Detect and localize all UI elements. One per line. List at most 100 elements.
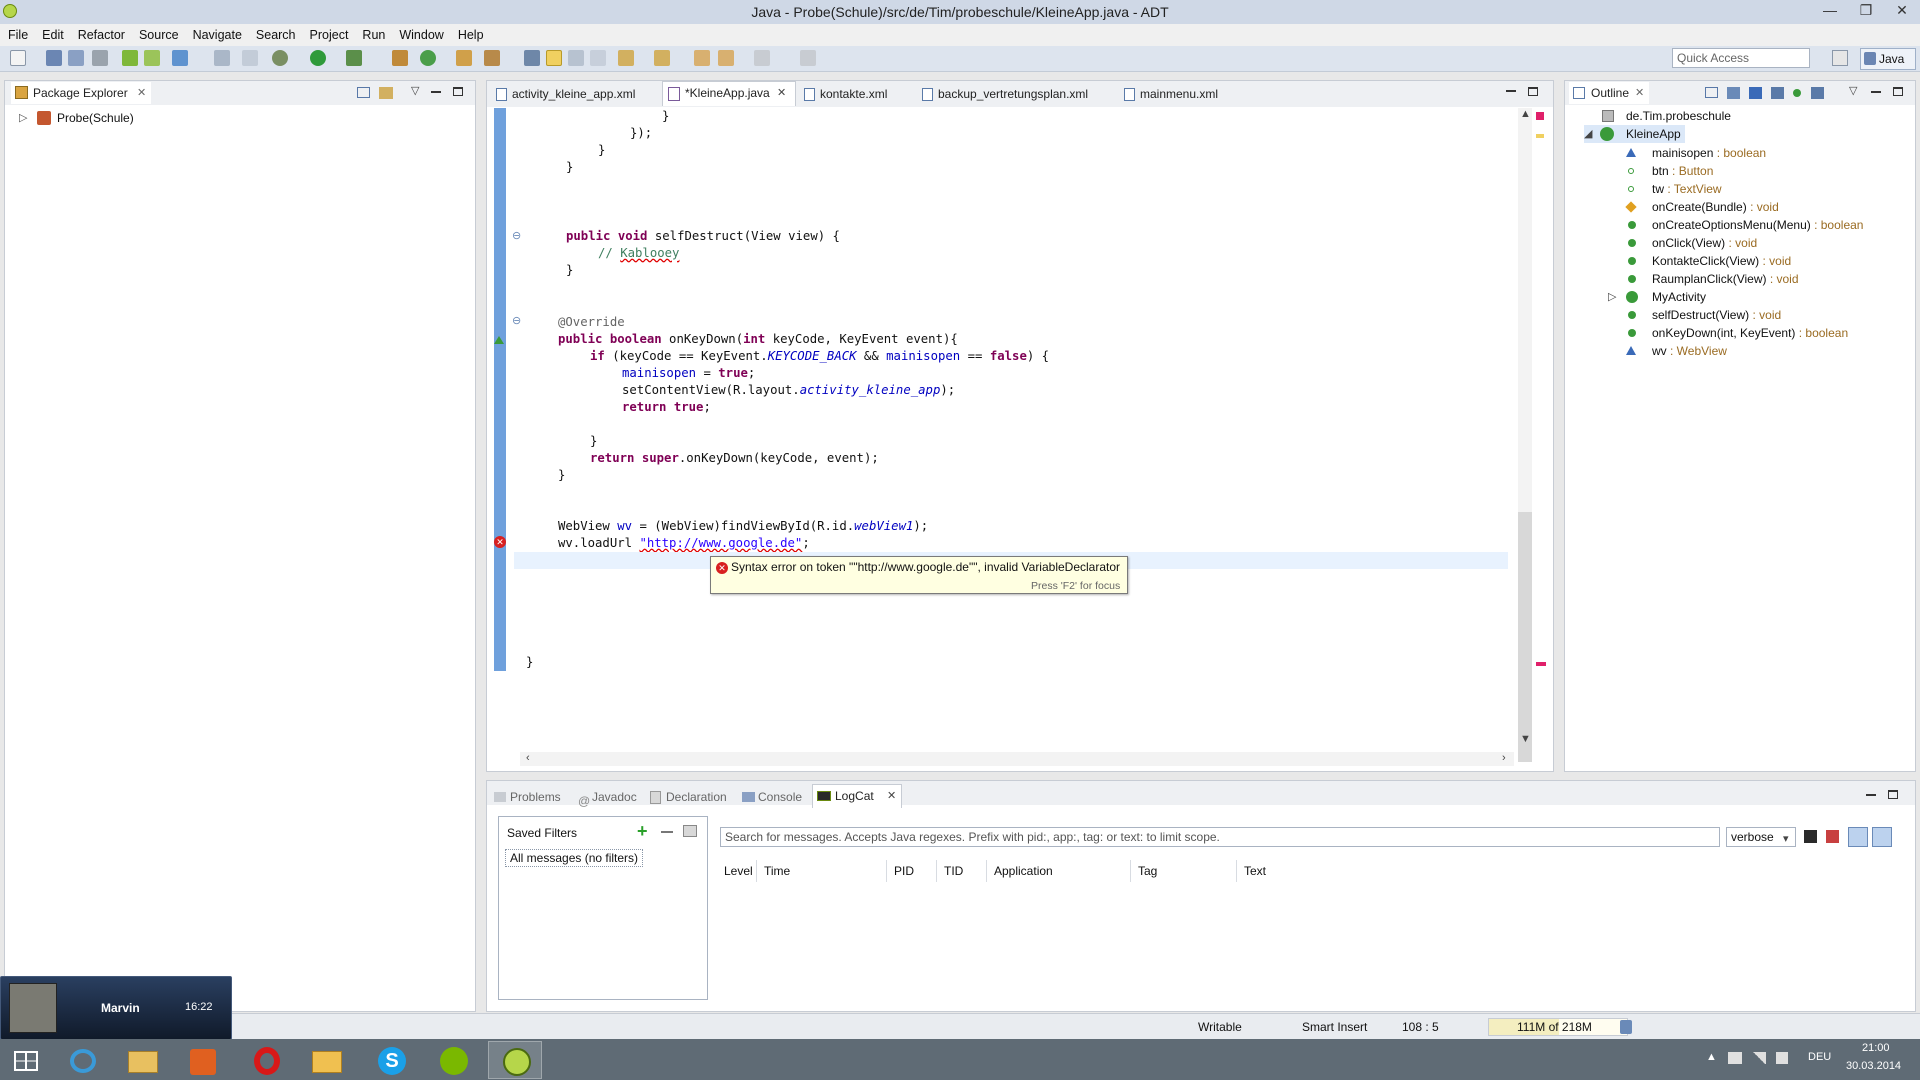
- tab-problems[interactable]: Problems: [492, 786, 561, 808]
- android-avd-icon[interactable]: [144, 50, 160, 66]
- forward-icon[interactable]: [754, 50, 770, 66]
- search-icon[interactable]: [484, 50, 500, 66]
- error-overview-marker-icon[interactable]: [1536, 662, 1546, 666]
- maximize-view-icon[interactable]: [1893, 87, 1903, 96]
- logcat-column-header[interactable]: Time: [764, 864, 790, 878]
- open-perspective-icon[interactable]: [1832, 50, 1848, 66]
- outline-member[interactable]: onKeyDown(int, KeyEvent) : boolean: [1626, 324, 1848, 342]
- expand-arrow-icon[interactable]: ▷: [1608, 288, 1616, 306]
- pointer-icon[interactable]: [242, 50, 258, 66]
- new-android-project-icon[interactable]: [214, 50, 230, 66]
- clock-time[interactable]: 21:00: [1862, 1042, 1890, 1054]
- edit-filter-icon[interactable]: [683, 825, 697, 837]
- scroll-lock-icon[interactable]: [1872, 827, 1892, 847]
- scroll-right-arrow-icon[interactable]: ›: [1502, 752, 1506, 764]
- menu-search[interactable]: Search: [249, 24, 303, 46]
- spotify-icon[interactable]: [426, 1041, 480, 1079]
- hide-fields-icon[interactable]: [1749, 87, 1762, 99]
- tab-kleineapp-java[interactable]: *KleineApp.java ✕: [662, 81, 796, 106]
- save-icon[interactable]: [46, 50, 62, 66]
- column-separator[interactable]: [936, 860, 937, 882]
- debug-icon[interactable]: [272, 50, 288, 66]
- last-edit-icon[interactable]: [694, 50, 710, 66]
- adt-taskbar-icon[interactable]: [488, 1041, 542, 1079]
- lint-check-icon[interactable]: [172, 50, 188, 66]
- minimize-button[interactable]: —: [1812, 0, 1848, 22]
- internet-explorer-icon[interactable]: [56, 1041, 110, 1079]
- logcat-column-header[interactable]: Text: [1244, 864, 1266, 878]
- error-marker-icon[interactable]: ✕: [494, 536, 506, 548]
- logcat-column-header[interactable]: PID: [894, 864, 914, 878]
- print-icon[interactable]: [92, 50, 108, 66]
- column-separator[interactable]: [986, 860, 987, 882]
- outline-member[interactable]: mainisopen : boolean: [1626, 144, 1766, 162]
- tab-package-explorer[interactable]: Package Explorer ✕: [11, 82, 151, 104]
- tab-logcat[interactable]: LogCat ✕: [812, 784, 902, 808]
- back-icon[interactable]: [718, 50, 734, 66]
- maximize-view-icon[interactable]: [453, 87, 463, 96]
- run-icon[interactable]: [310, 50, 326, 66]
- link-with-editor-icon[interactable]: [379, 87, 393, 99]
- column-separator[interactable]: [1236, 860, 1237, 882]
- collapse-all-icon[interactable]: [1705, 87, 1718, 98]
- maximize-editor-icon[interactable]: [1528, 87, 1538, 96]
- column-separator[interactable]: [756, 860, 757, 882]
- code-editor[interactable]: } }); } } public void selfDestruct(View …: [514, 108, 1510, 748]
- scroll-up-arrow-icon[interactable]: ▲: [1520, 108, 1531, 120]
- menu-source[interactable]: Source: [132, 24, 186, 46]
- minimize-view-icon[interactable]: [1866, 794, 1876, 796]
- error-overview-marker-icon[interactable]: [1536, 112, 1544, 120]
- outline-package-item[interactable]: de.Tim.probeschule: [1602, 107, 1731, 125]
- opera-icon[interactable]: [240, 1041, 294, 1079]
- save-log-icon[interactable]: [1804, 830, 1817, 843]
- outline-member[interactable]: ▷ MyActivity: [1608, 288, 1706, 306]
- garbage-collect-icon[interactable]: [1620, 1020, 1632, 1034]
- close-button[interactable]: ✕: [1884, 0, 1920, 22]
- outline-member[interactable]: btn : Button: [1626, 162, 1713, 180]
- new-class-icon[interactable]: [392, 50, 408, 66]
- filter-list-item[interactable]: All messages (no filters): [505, 849, 644, 867]
- close-tab-icon[interactable]: ✕: [777, 82, 786, 104]
- volume-icon[interactable]: [1776, 1052, 1788, 1064]
- minimize-view-icon[interactable]: [431, 91, 441, 93]
- minimize-editor-icon[interactable]: [1506, 90, 1516, 92]
- logcat-column-header[interactable]: Tag: [1138, 864, 1157, 878]
- media-player-icon[interactable]: [176, 1041, 230, 1079]
- logcat-search-input[interactable]: Search for messages. Accepts Java regexe…: [720, 827, 1720, 847]
- outline-member[interactable]: RaumplanClick(View) : void: [1626, 270, 1799, 288]
- menu-run[interactable]: Run: [355, 24, 392, 46]
- clock-date[interactable]: 30.03.2014: [1846, 1060, 1901, 1072]
- scroll-down-arrow-icon[interactable]: ▼: [1520, 733, 1531, 745]
- open-type-icon[interactable]: [456, 50, 472, 66]
- display-filters-icon[interactable]: [1848, 827, 1868, 847]
- outline-class-item[interactable]: ◢ KleineApp: [1584, 125, 1685, 143]
- java-perspective-button[interactable]: Java: [1860, 48, 1916, 70]
- tab-backup-vertretungsplan-xml[interactable]: backup_vertretungsplan.xml: [918, 83, 1118, 105]
- action-center-icon[interactable]: [1728, 1052, 1742, 1064]
- skype-icon[interactable]: S: [364, 1041, 418, 1079]
- collapse-arrow-icon[interactable]: ◢: [1584, 125, 1592, 143]
- tab-activity-kleine-app-xml[interactable]: activity_kleine_app.xml: [492, 83, 662, 105]
- menu-edit[interactable]: Edit: [35, 24, 71, 46]
- menu-window[interactable]: Window: [392, 24, 450, 46]
- clear-log-icon[interactable]: [1826, 830, 1839, 843]
- next-annotation-icon[interactable]: [618, 50, 634, 66]
- file-explorer-icon[interactable]: [116, 1041, 170, 1079]
- scroll-left-arrow-icon[interactable]: ‹: [526, 752, 530, 764]
- pin-editor-icon[interactable]: [800, 50, 816, 66]
- warning-overview-marker-icon[interactable]: [1536, 134, 1544, 138]
- mark-occurrences-icon[interactable]: [546, 50, 562, 66]
- add-filter-icon[interactable]: +: [637, 822, 648, 840]
- outline-member[interactable]: onCreate(Bundle) : void: [1625, 198, 1779, 216]
- error-tooltip[interactable]: ✕ Syntax error on token ""http://www.goo…: [710, 556, 1128, 594]
- logcat-column-header[interactable]: Application: [994, 864, 1053, 878]
- tab-kontakte-xml[interactable]: kontakte.xml: [800, 83, 910, 105]
- column-separator[interactable]: [1130, 860, 1131, 882]
- external-tools-icon[interactable]: [346, 50, 362, 66]
- outline-member[interactable]: onCreateOptionsMenu(Menu) : boolean: [1626, 216, 1863, 234]
- editor-horizontal-scrollbar[interactable]: ‹ ›: [520, 752, 1514, 766]
- outline-member[interactable]: onClick(View) : void: [1626, 234, 1757, 252]
- menu-help[interactable]: Help: [451, 24, 491, 46]
- menu-project[interactable]: Project: [303, 24, 356, 46]
- input-language[interactable]: DEU: [1808, 1051, 1831, 1063]
